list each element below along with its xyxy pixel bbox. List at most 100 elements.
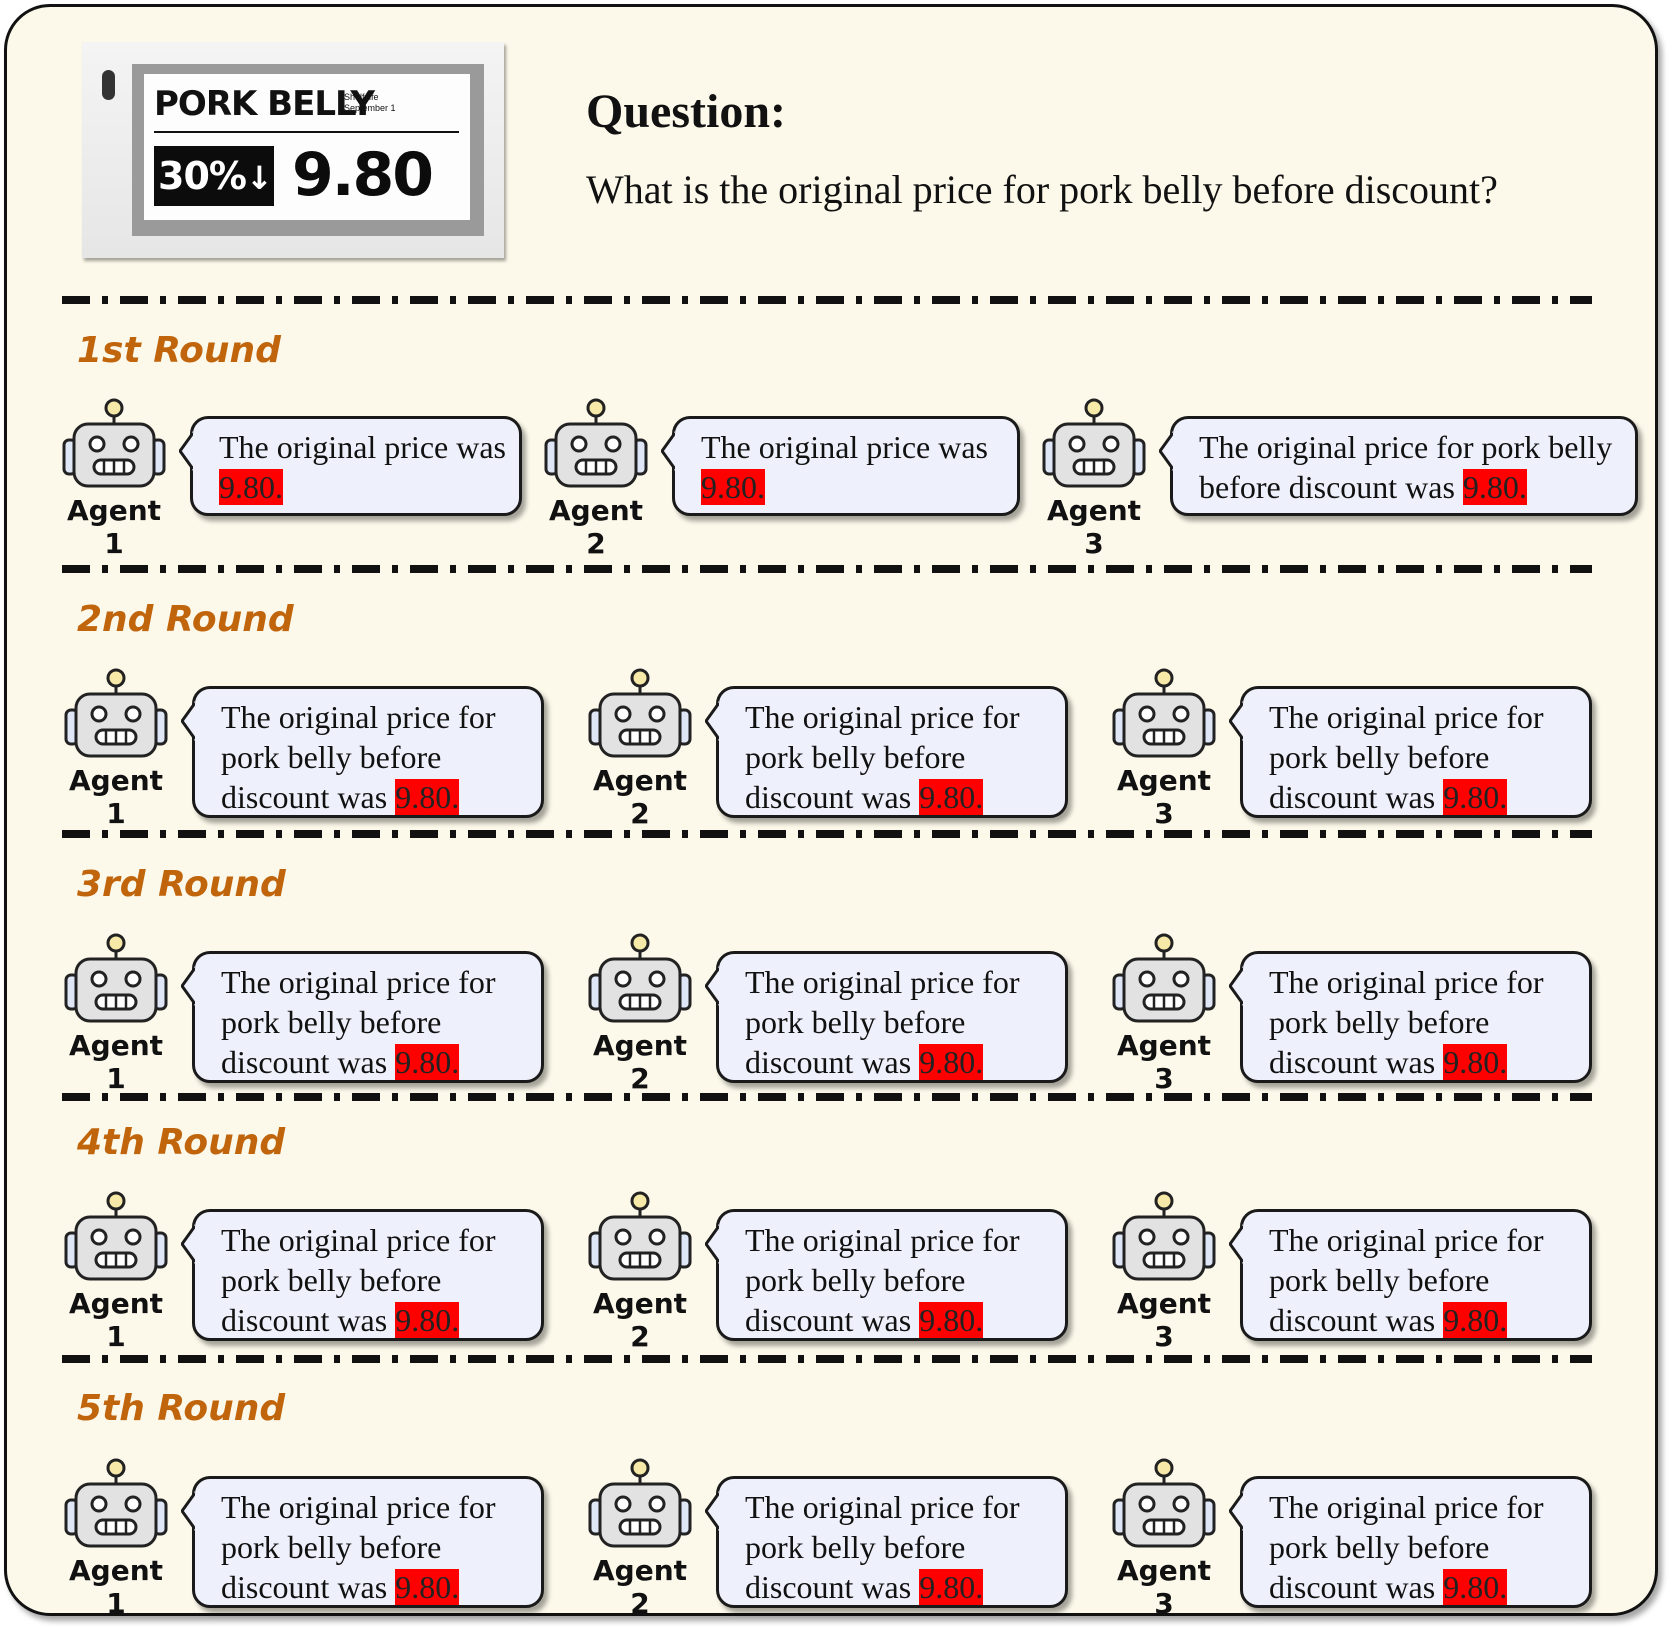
round-divider (62, 830, 1592, 838)
agent: Agent 2 (582, 933, 698, 1095)
speech-bubble: The original price for pork belly before… (181, 951, 544, 1083)
agent: Agent 3 (1106, 1458, 1222, 1620)
speech-bubble: The original price for pork belly before… (1229, 1209, 1592, 1341)
tag-shelf-life: Shelf life September 1 (344, 92, 396, 114)
agent: Agent 3 (1106, 1191, 1222, 1353)
agent-response: The original price was 9.80. (701, 427, 1007, 507)
speech-bubble-tail (705, 1491, 719, 1531)
response-answer: 9.80. (1443, 1302, 1508, 1338)
agent-response: The original price for pork belly before… (221, 1220, 531, 1340)
agent-label: Agent 3 (1046, 494, 1142, 560)
speech-bubble: The original price was 9.80. (179, 416, 522, 516)
speech-bubble: The original price for pork belly before… (181, 1476, 544, 1608)
agent-response: The original price for pork belly before… (1199, 427, 1625, 507)
speech-bubble: The original price for pork belly before… (1159, 416, 1638, 516)
round-divider (62, 1355, 1592, 1363)
question-text: What is the original price for pork bell… (586, 167, 1498, 212)
agent: Agent 1 (58, 668, 174, 830)
response-answer: 9.80. (919, 1044, 984, 1080)
tag-shelf-life-date: September 1 (344, 103, 396, 113)
speech-bubble-tail (705, 701, 719, 741)
speech-bubble-tail (1229, 1224, 1243, 1264)
tag-product-name: PORK BELLY (154, 84, 375, 124)
agent-label: Agent 1 (68, 764, 164, 830)
speech-bubble: The original price for pork belly before… (705, 951, 1068, 1083)
agent: Agent 3 (1106, 668, 1222, 830)
agent-label: Agent 2 (592, 1554, 688, 1620)
round-divider (62, 565, 1592, 573)
agent-label: Agent 3 (1116, 1287, 1212, 1353)
response-answer: 9.80. (919, 1302, 984, 1338)
round-title: 2nd Round (77, 599, 294, 640)
agent-response: The original price for pork belly before… (745, 1220, 1055, 1340)
agent-label: Agent 2 (592, 764, 688, 830)
agent: Agent 2 (582, 1191, 698, 1353)
response-answer: 9.80. (1443, 1569, 1508, 1605)
response-answer: 9.80. (1462, 469, 1527, 505)
agent-label: Agent 1 (68, 1287, 164, 1353)
agent-label: Agent 3 (1116, 1554, 1212, 1620)
agent-response: The original price for pork belly before… (1269, 962, 1579, 1082)
response-answer: 9.80. (395, 779, 460, 815)
response-text: The original price was (219, 429, 506, 465)
speech-bubble-tail (661, 431, 675, 471)
speech-bubble-tail (705, 1224, 719, 1264)
speech-bubble-tail (181, 966, 195, 1006)
agent: Agent 2 (582, 668, 698, 830)
round-title: 1st Round (77, 330, 281, 371)
speech-bubble-tail (1229, 701, 1243, 741)
round-divider (62, 1093, 1592, 1101)
agent-response: The original price for pork belly before… (1269, 697, 1579, 817)
agent-label: Agent 1 (66, 494, 162, 560)
tag-display: PORK BELLY Shelf life September 1 30%↓ 9… (144, 74, 470, 220)
speech-bubble-tail (181, 701, 195, 741)
tag-discount-value: 30% (158, 154, 247, 198)
response-answer: 9.80. (701, 469, 765, 505)
tag-shelf-life-label: Shelf life (344, 92, 379, 102)
agent-response: The original price for pork belly before… (221, 962, 531, 1082)
speech-bubble: The original price for pork belly before… (1229, 951, 1592, 1083)
round-title: 3rd Round (77, 864, 286, 905)
response-answer: 9.80. (219, 469, 283, 505)
speech-bubble: The original price for pork belly before… (705, 1476, 1068, 1608)
speech-bubble-tail (1229, 966, 1243, 1006)
question-title: Question: (586, 85, 787, 138)
agent-response: The original price for pork belly before… (1269, 1487, 1579, 1607)
agent-response: The original price for pork belly before… (1269, 1220, 1579, 1340)
tag-discount: 30%↓ (154, 146, 274, 206)
agent: Agent 1 (58, 1458, 174, 1620)
tag-screen: PORK BELLY Shelf life September 1 30%↓ 9… (132, 64, 484, 236)
speech-bubble-tail (181, 1491, 195, 1531)
agent-label: Agent 1 (68, 1554, 164, 1620)
agent: Agent 2 (582, 1458, 698, 1620)
agent: Agent 3 (1106, 933, 1222, 1095)
speech-bubble: The original price for pork belly before… (705, 686, 1068, 818)
price-tag-image: PORK BELLY Shelf life September 1 30%↓ 9… (82, 42, 504, 258)
response-answer: 9.80. (919, 779, 984, 815)
speech-bubble: The original price for pork belly before… (1229, 1476, 1592, 1608)
agent-label: Agent 2 (548, 494, 644, 560)
speech-bubble: The original price for pork belly before… (181, 1209, 544, 1341)
agent: Agent 1 (58, 1191, 174, 1353)
response-text: The original price for pork belly before… (1199, 429, 1613, 505)
speech-bubble: The original price for pork belly before… (1229, 686, 1592, 818)
speech-bubble: The original price for pork belly before… (705, 1209, 1068, 1341)
agent-label: Agent 3 (1116, 764, 1212, 830)
agent: Agent 1 (58, 933, 174, 1095)
response-text: The original price was (701, 429, 988, 465)
agent-response: The original price for pork belly before… (221, 1487, 531, 1607)
speech-bubble-tail (179, 431, 193, 471)
agent: Agent 3 (1036, 398, 1152, 560)
agent-response: The original price was 9.80. (219, 427, 509, 507)
down-arrow-icon: ↓ (245, 159, 273, 197)
speech-bubble-tail (181, 1224, 195, 1264)
response-answer: 9.80. (395, 1302, 460, 1338)
response-answer: 9.80. (395, 1044, 460, 1080)
round-title: 5th Round (77, 1388, 286, 1429)
response-answer: 9.80. (1443, 779, 1508, 815)
agent-label: Agent 2 (592, 1029, 688, 1095)
agent-label: Agent 3 (1116, 1029, 1212, 1095)
round-divider (62, 296, 1592, 304)
response-answer: 9.80. (919, 1569, 984, 1605)
tag-divider (154, 131, 459, 133)
